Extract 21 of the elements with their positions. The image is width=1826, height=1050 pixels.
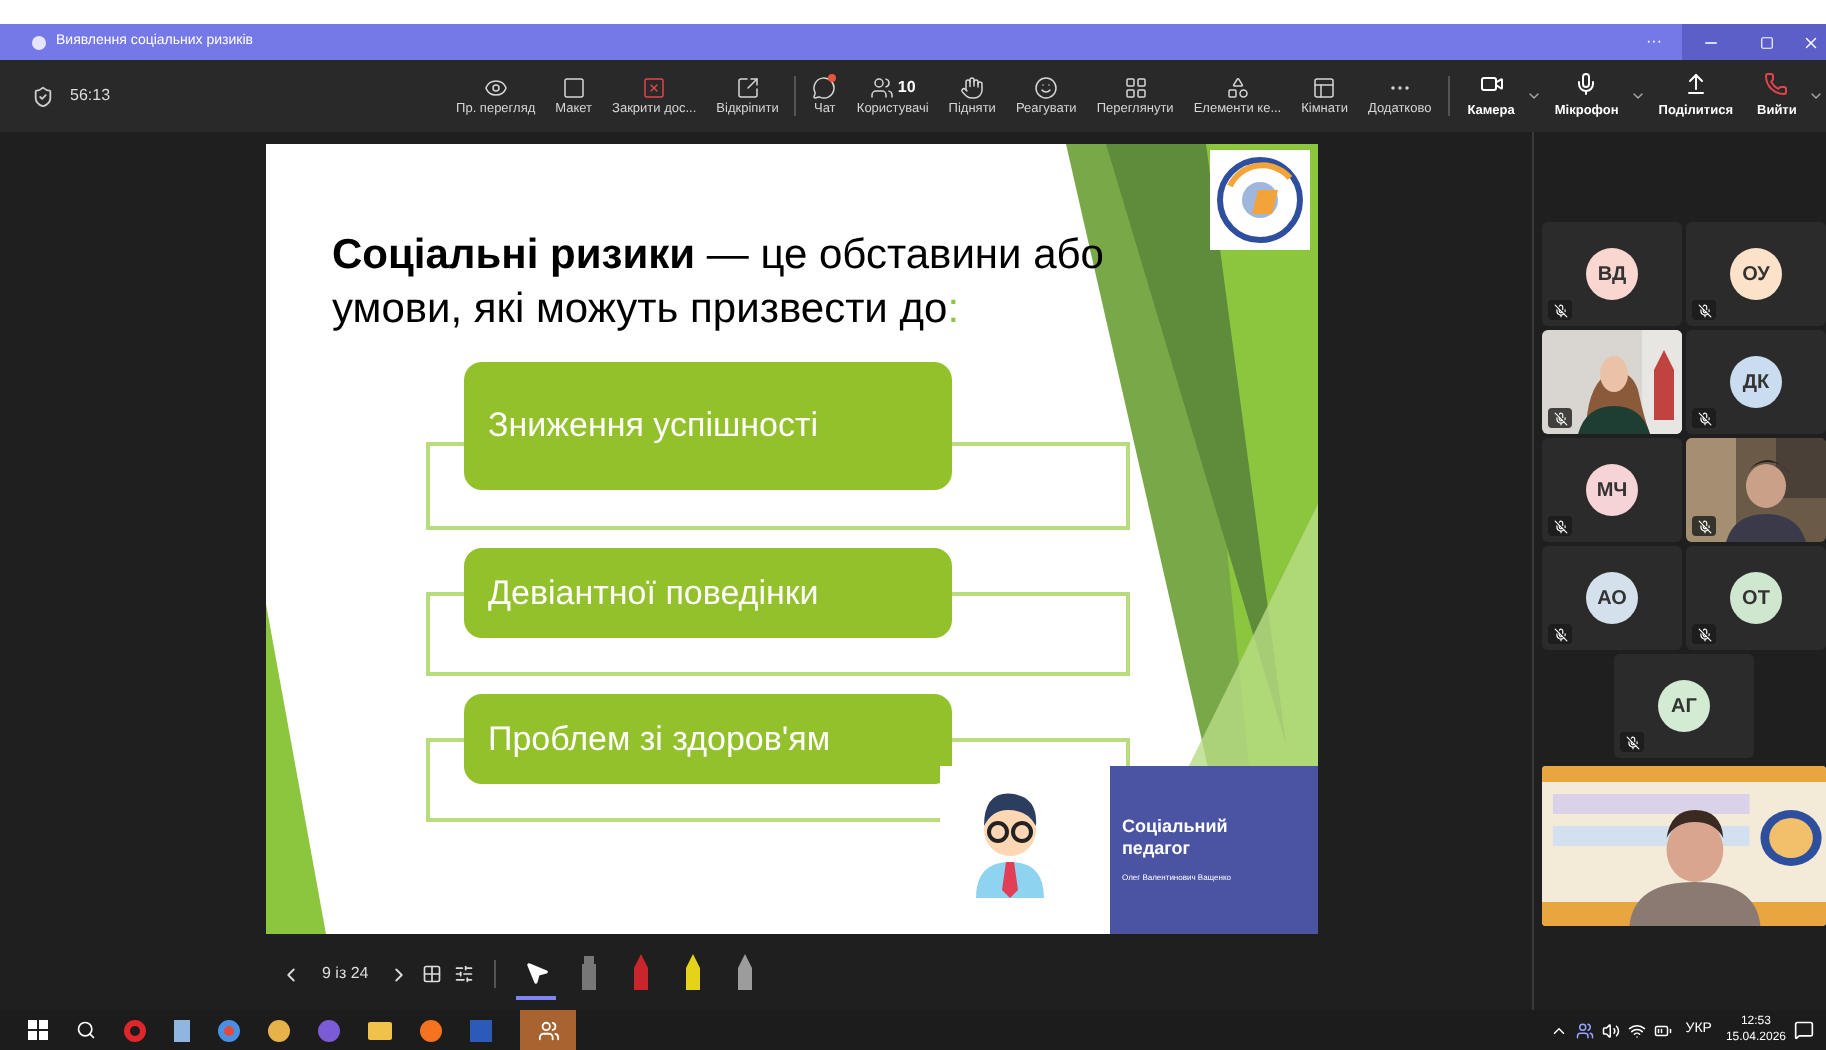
participant-tile[interactable]: АО <box>1542 546 1682 650</box>
participant-tile[interactable]: ВД <box>1542 222 1682 326</box>
meeting-timer: 56:13 <box>70 84 111 108</box>
diagram-box: Девіантної поведінки <box>464 548 952 638</box>
diagram-box: Зниження успішності <box>464 362 952 490</box>
avatar: ОУ <box>1730 248 1782 300</box>
participant-tile[interactable]: МЧ <box>1542 438 1682 542</box>
participant-tile[interactable]: ОУ <box>1686 222 1826 326</box>
participant-tile[interactable]: ОТ <box>1686 546 1826 650</box>
diagram-box: Проблем зі здоров'ям <box>464 694 952 784</box>
avatar: ВД <box>1586 248 1638 300</box>
avatar: АГ <box>1658 680 1710 732</box>
avatar: ОТ <box>1730 572 1782 624</box>
slide-counter: 9 із 24 <box>320 962 371 986</box>
participant-tile[interactable]: АГ <box>1614 654 1754 758</box>
avatar: ДК <box>1730 356 1782 408</box>
avatar: МЧ <box>1586 464 1638 516</box>
card-title: Соціальний педагог <box>1122 816 1230 860</box>
more-button[interactable]: ··· <box>1646 30 1662 54</box>
participant-tile[interactable]: ДК <box>1686 330 1826 434</box>
avatar: АО <box>1586 572 1638 624</box>
